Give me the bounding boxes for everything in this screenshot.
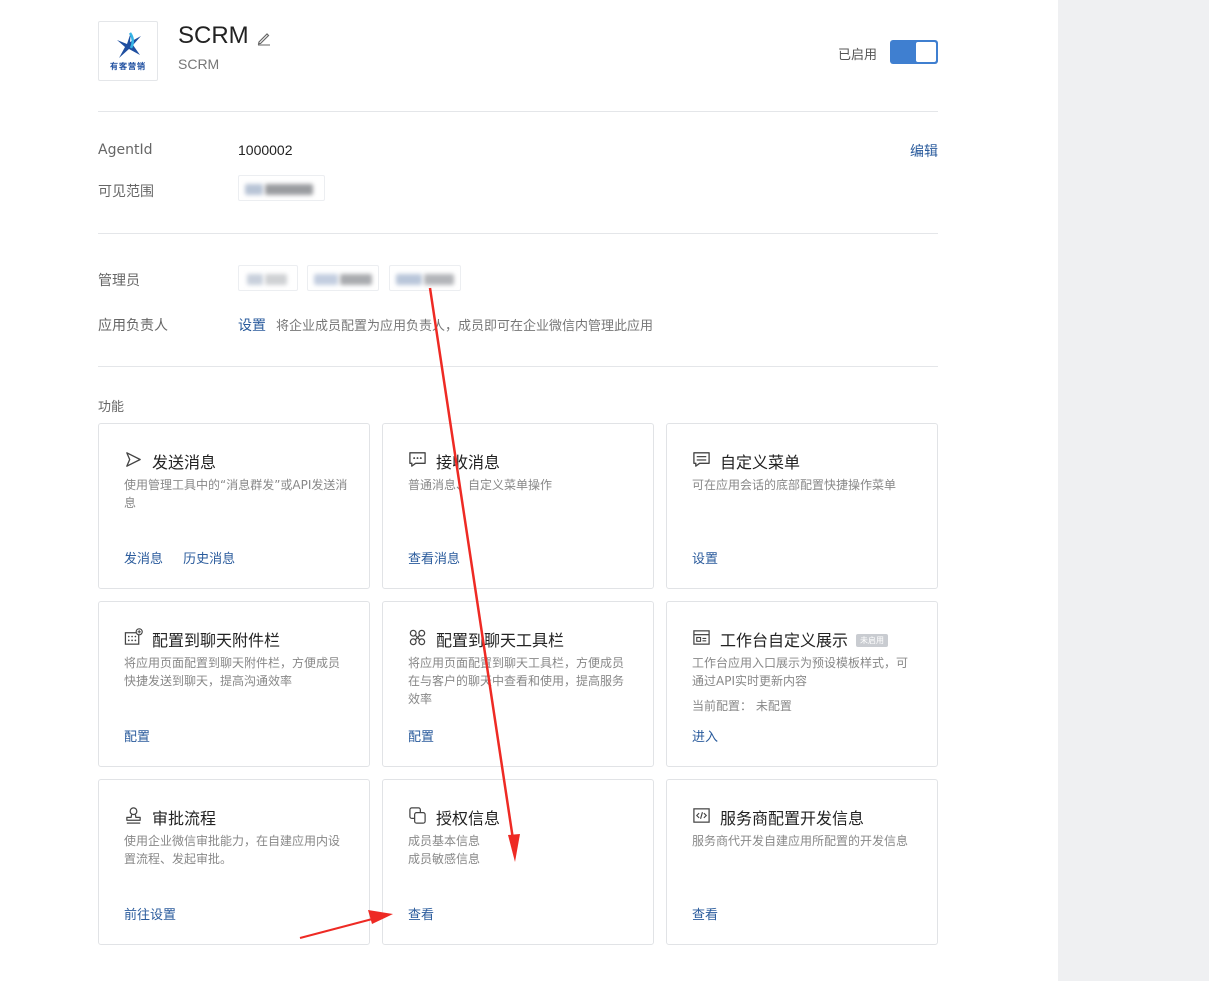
send-message-link[interactable]: 发消息 bbox=[124, 552, 163, 567]
menu-icon bbox=[693, 452, 710, 467]
card-title: 自定义菜单 bbox=[720, 453, 801, 472]
toolbar-configure-link[interactable]: 配置 bbox=[408, 730, 434, 745]
card-title-text: 工作台自定义展示 bbox=[720, 631, 849, 650]
owner-description: 将企业成员配置为应用负责人，成员即可在企业微信内管理此应用 bbox=[276, 319, 654, 334]
star-logo-icon bbox=[117, 32, 141, 58]
visibility-label: 可见范围 bbox=[98, 184, 154, 200]
card-title: 发送消息 bbox=[152, 453, 217, 472]
pencil-edit-icon[interactable] bbox=[256, 30, 272, 46]
card-description: 将应用页面配置到聊天附件栏，方便成员快捷发送到聊天，提高沟通效率 bbox=[124, 656, 341, 688]
send-icon bbox=[126, 452, 141, 467]
card-description: 使用管理工具中的“消息群发”或API发送消息 bbox=[124, 478, 348, 510]
app-detail-page: 有客营销 SCRM SCRM 已启用 AgentId 1000002 编辑 可见… bbox=[98, 0, 938, 981]
card-title: 授权信息 bbox=[436, 809, 501, 828]
agentid-label: AgentId bbox=[98, 142, 153, 158]
card-description: 可在应用会话的底部配置快捷操作菜单 bbox=[692, 478, 897, 492]
app-logo: 有客营销 bbox=[98, 21, 158, 81]
agentid-value: 1000002 bbox=[238, 142, 293, 158]
card-title: 审批流程 bbox=[152, 809, 217, 828]
card-description: 使用企业微信审批能力，在自建应用内设置流程、发起审批。 bbox=[124, 834, 341, 866]
admin-label: 管理员 bbox=[98, 273, 140, 289]
features-section-title: 功能 bbox=[98, 400, 125, 415]
workbench-icon bbox=[693, 630, 710, 645]
feature-card-authorization-info: 授权信息 成员基本信息 成员敏感信息 查看 bbox=[382, 779, 654, 945]
feature-card-chat-attachment-bar: 配置到聊天附件栏 将应用页面配置到聊天附件栏，方便成员快捷发送到聊天，提高沟通效… bbox=[98, 601, 370, 767]
visibility-member-chip bbox=[238, 175, 325, 201]
enabled-status-label: 已启用 bbox=[838, 48, 878, 63]
feature-card-receive-message: 接收消息 普通消息、自定义菜单操作 查看消息 bbox=[382, 423, 654, 589]
admin-chip bbox=[238, 265, 298, 291]
not-enabled-badge: 未启用 bbox=[856, 634, 889, 647]
feature-card-workbench-display: 工作台自定义展示 未启用 工作台应用入口展示为预设模板样式，可通过API实时更新内… bbox=[666, 601, 938, 767]
toolbar-icon bbox=[409, 629, 426, 646]
attachment-configure-link[interactable]: 配置 bbox=[124, 730, 150, 745]
current-config-text: 当前配置： 未配置 bbox=[692, 699, 792, 713]
admin-chip bbox=[389, 265, 461, 291]
card-description: 工作台应用入口展示为预设模板样式，可通过API实时更新内容 bbox=[692, 656, 909, 688]
code-icon bbox=[693, 808, 710, 823]
menu-settings-link[interactable]: 设置 bbox=[692, 552, 718, 567]
authorization-view-link[interactable]: 查看 bbox=[408, 908, 434, 923]
view-messages-link[interactable]: 查看消息 bbox=[408, 552, 460, 567]
card-title: 工作台自定义展示 未启用 bbox=[720, 627, 889, 651]
logo-text: 有客营销 bbox=[110, 61, 146, 71]
owner-set-link[interactable]: 设置 bbox=[238, 315, 266, 335]
approval-settings-link[interactable]: 前往设置 bbox=[124, 908, 176, 923]
feature-card-service-provider-dev-info: 服务商配置开发信息 服务商代开发自建应用所配置的开发信息 查看 bbox=[666, 779, 938, 945]
card-description: 普通消息、自定义菜单操作 bbox=[408, 478, 553, 492]
admin-chip bbox=[307, 265, 379, 291]
approval-stamp-icon bbox=[126, 807, 141, 824]
app-subtitle: SCRM bbox=[178, 56, 220, 72]
card-title: 配置到聊天附件栏 bbox=[152, 631, 281, 650]
toggle-knob bbox=[916, 42, 936, 62]
divider bbox=[98, 111, 938, 112]
right-side-panel bbox=[1058, 0, 1209, 981]
divider bbox=[98, 233, 938, 234]
feature-card-custom-menu: 自定义菜单 可在应用会话的底部配置快捷操作菜单 设置 bbox=[666, 423, 938, 589]
owner-label: 应用负责人 bbox=[98, 318, 168, 334]
authorization-icon bbox=[409, 807, 426, 824]
feature-card-send-message: 发送消息 使用管理工具中的“消息群发”或API发送消息 发消息 历史消息 bbox=[98, 423, 370, 589]
feature-card-approval-flow: 审批流程 使用企业微信审批能力，在自建应用内设置流程、发起审批。 前往设置 bbox=[98, 779, 370, 945]
workbench-enter-link[interactable]: 进入 bbox=[692, 730, 718, 745]
card-title: 配置到聊天工具栏 bbox=[436, 631, 565, 650]
attachment-bar-icon bbox=[124, 628, 143, 645]
card-description: 服务商代开发自建应用所配置的开发信息 bbox=[692, 834, 909, 848]
dev-info-view-link[interactable]: 查看 bbox=[692, 908, 718, 923]
edit-link[interactable]: 编辑 bbox=[910, 141, 938, 161]
message-icon bbox=[409, 452, 426, 467]
divider bbox=[98, 366, 938, 367]
history-message-link[interactable]: 历史消息 bbox=[183, 552, 235, 567]
card-title: 服务商配置开发信息 bbox=[720, 809, 865, 828]
enable-toggle[interactable] bbox=[890, 40, 938, 64]
card-title: 接收消息 bbox=[436, 453, 501, 472]
feature-card-chat-toolbar: 配置到聊天工具栏 将应用页面配置到聊天工具栏，方便成员在与客户的聊天中查看和使用… bbox=[382, 601, 654, 767]
card-description: 成员基本信息 成员敏感信息 bbox=[408, 834, 481, 866]
app-name: SCRM bbox=[178, 22, 249, 49]
card-description: 将应用页面配置到聊天工具栏，方便成员在与客户的聊天中查看和使用，提高服务效率 bbox=[408, 656, 625, 706]
